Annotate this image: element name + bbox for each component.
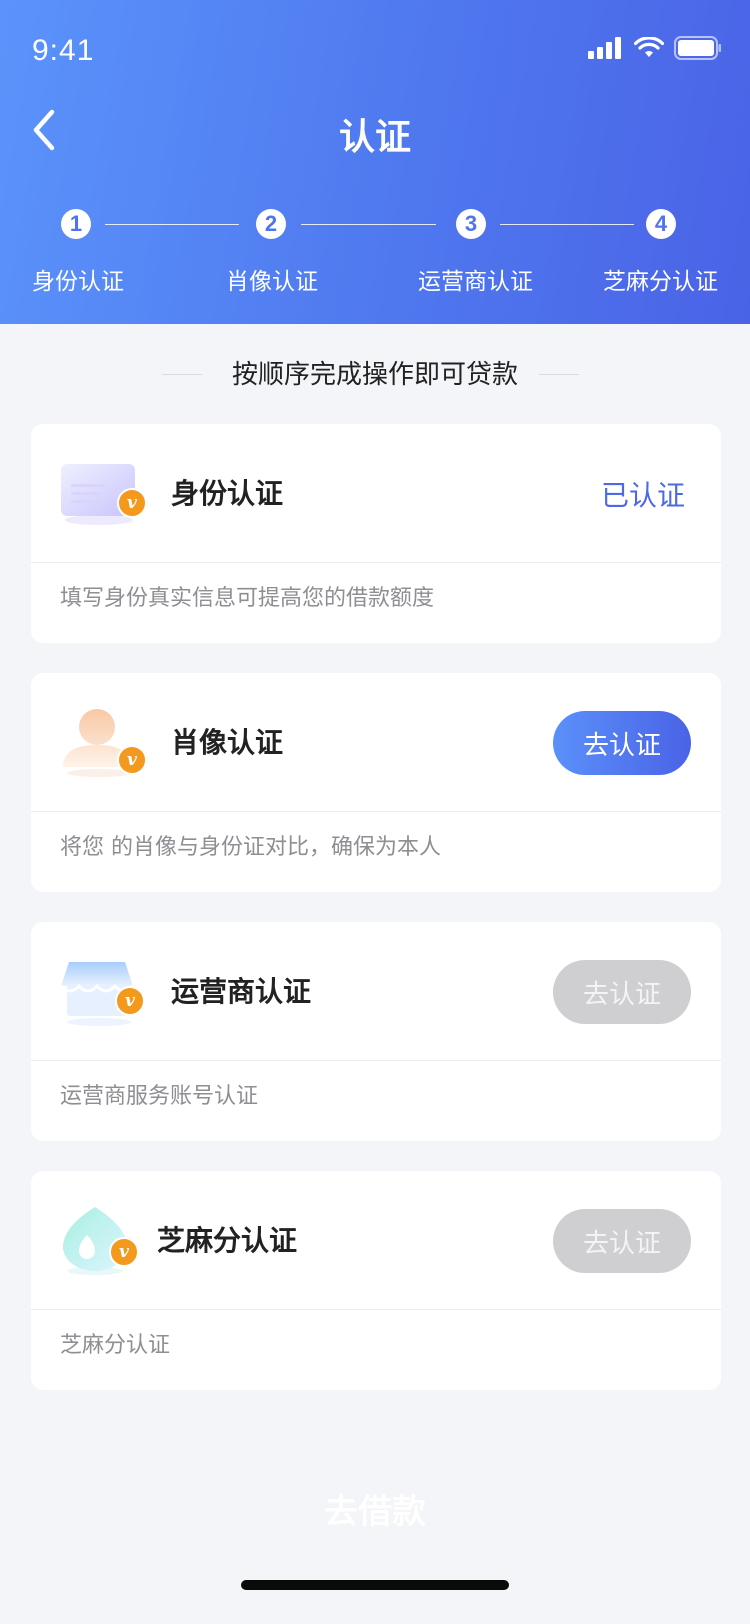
verified-badge-icon: v <box>115 986 145 1016</box>
sesame-verify-button[interactable]: 去认证 <box>553 1209 691 1273</box>
card-divider <box>31 1309 721 1310</box>
card-portrait-desc: 将您 的肖像与身份证对比，确保为本人 <box>60 835 441 860</box>
step-2-label: 肖像认证 <box>226 269 318 295</box>
section-title-wrap: 按顺序完成操作即可贷款 <box>0 354 750 391</box>
card-identity-header: v 身份认证 已认证 <box>31 424 721 562</box>
card-portrait: v 肖像认证 去认证 将您 的肖像与身份证对比，确保为本人 <box>31 673 721 892</box>
status-time: 9:41 <box>32 34 95 67</box>
step-3-label: 运营商认证 <box>418 269 533 295</box>
carrier-store-icon: v <box>59 956 145 1028</box>
step-connector-1 <box>105 224 239 225</box>
portrait-icon: v <box>59 707 147 779</box>
card-sesame-title: 芝麻分认证 <box>157 1224 298 1257</box>
step-4-label: 芝麻分认证 <box>603 269 718 295</box>
verified-badge-icon: v <box>117 488 147 518</box>
borrow-button[interactable]: 去借款 <box>0 1484 750 1533</box>
step-2-dot: 2 <box>256 209 286 239</box>
step-3-dot: 3 <box>456 209 486 239</box>
card-carrier-desc: 运营商服务账号认证 <box>60 1084 259 1109</box>
card-portrait-header: v 肖像认证 去认证 <box>31 673 721 811</box>
step-connector-3 <box>500 224 634 225</box>
carrier-verify-button[interactable]: 去认证 <box>553 960 691 1024</box>
card-identity-status: 已认证 <box>600 479 685 512</box>
step-1-label: 身份认证 <box>32 269 124 295</box>
page-title: 认证 <box>338 117 411 158</box>
signal-icon <box>588 37 621 59</box>
card-portrait-title: 肖像认证 <box>171 726 284 759</box>
card-carrier: v 运营商认证 去认证 运营商服务账号认证 <box>31 922 721 1141</box>
home-indicator <box>241 1580 509 1590</box>
step-4-dot: 4 <box>646 209 676 239</box>
card-sesame-desc: 芝麻分认证 <box>60 1333 171 1358</box>
section-title: 按顺序完成操作即可贷款 <box>231 360 518 390</box>
card-identity-desc: 填写身份真实信息可提高您的借款额度 <box>60 586 435 611</box>
battery-icon <box>674 36 721 60</box>
status-icons <box>588 36 722 60</box>
card-carrier-title: 运营商认证 <box>171 975 312 1008</box>
section-title-right-line <box>539 374 579 375</box>
card-divider <box>31 811 721 812</box>
header: 9:41 认证 1 2 3 4 身份认证 肖像认证 运营商认证 芝麻分认证 <box>0 0 750 324</box>
portrait-verify-button[interactable]: 去认证 <box>553 711 691 775</box>
step-connector-2 <box>301 224 436 225</box>
sesame-drop-icon: v <box>59 1205 145 1277</box>
card-sesame-header: v 芝麻分认证 去认证 <box>31 1171 721 1309</box>
step-1-dot: 1 <box>61 209 91 239</box>
card-divider <box>31 562 721 563</box>
verified-badge-icon: v <box>117 745 147 775</box>
card-divider <box>31 1060 721 1061</box>
wifi-icon <box>634 37 664 57</box>
card-carrier-header: v 运营商认证 去认证 <box>31 922 721 1060</box>
card-identity: v 身份认证 已认证 填写身份真实信息可提高您的借款额度 <box>31 424 721 643</box>
id-card-icon: v <box>59 458 147 530</box>
verified-badge-icon: v <box>109 1237 139 1267</box>
card-identity-title: 身份认证 <box>171 477 284 510</box>
card-sesame: v 芝麻分认证 去认证 芝麻分认证 <box>31 1171 721 1390</box>
